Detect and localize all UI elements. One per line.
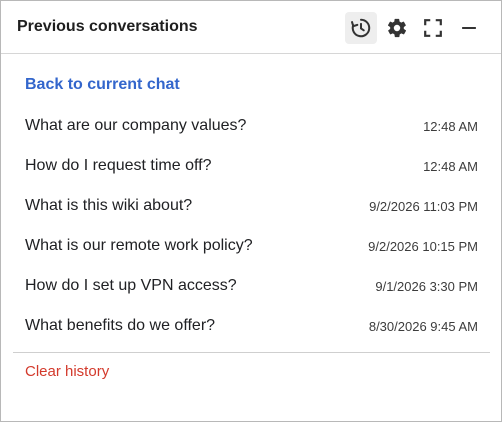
minimize-button[interactable] [453, 12, 485, 44]
previous-conversations-panel: Previous conversations Back to current c… [0, 0, 502, 422]
conversation-time: 9/1/2026 3:30 PM [375, 278, 478, 294]
conversation-question: How do I request time off? [25, 157, 212, 174]
conversation-question: What is our remote work policy? [25, 237, 253, 254]
conversation-item[interactable]: What is our remote work policy? 9/2/2026… [25, 234, 478, 258]
divider [13, 352, 490, 353]
back-to-current-chat-link[interactable]: Back to current chat [25, 76, 180, 94]
conversation-time: 8/30/2026 9:45 AM [368, 318, 478, 334]
history-icon [350, 17, 372, 39]
conversation-item[interactable]: What benefits do we offer? 8/30/2026 9:4… [25, 314, 478, 338]
conversation-time: 9/2/2026 11:03 PM [369, 198, 478, 214]
conversation-item[interactable]: What is this wiki about? 9/2/2026 11:03 … [25, 194, 478, 218]
fullscreen-icon [422, 17, 444, 39]
settings-button[interactable] [381, 12, 413, 44]
conversation-question: What is this wiki about? [25, 197, 193, 214]
panel-header: Previous conversations [1, 1, 501, 54]
conversation-time: 9/2/2026 10:15 PM [368, 238, 478, 254]
conversation-item[interactable]: How do I set up VPN access? 9/1/2026 3:3… [25, 274, 478, 298]
conversation-time: 12:48 AM [423, 118, 478, 134]
conversation-time: 12:48 AM [423, 158, 478, 174]
clear-history-link[interactable]: Clear history [25, 363, 109, 380]
conversation-item[interactable]: How do I request time off? 12:48 AM [25, 154, 478, 178]
panel-title: Previous conversations [17, 18, 198, 35]
fullscreen-button[interactable] [417, 12, 449, 44]
conversation-question: How do I set up VPN access? [25, 277, 237, 294]
conversation-question: What are our company values? [25, 117, 247, 134]
conversation-item[interactable]: What are our company values? 12:48 AM [25, 114, 478, 138]
history-button[interactable] [345, 12, 377, 44]
conversation-question: What benefits do we offer? [25, 317, 216, 334]
minimize-icon [458, 17, 480, 39]
gear-icon [386, 17, 408, 39]
